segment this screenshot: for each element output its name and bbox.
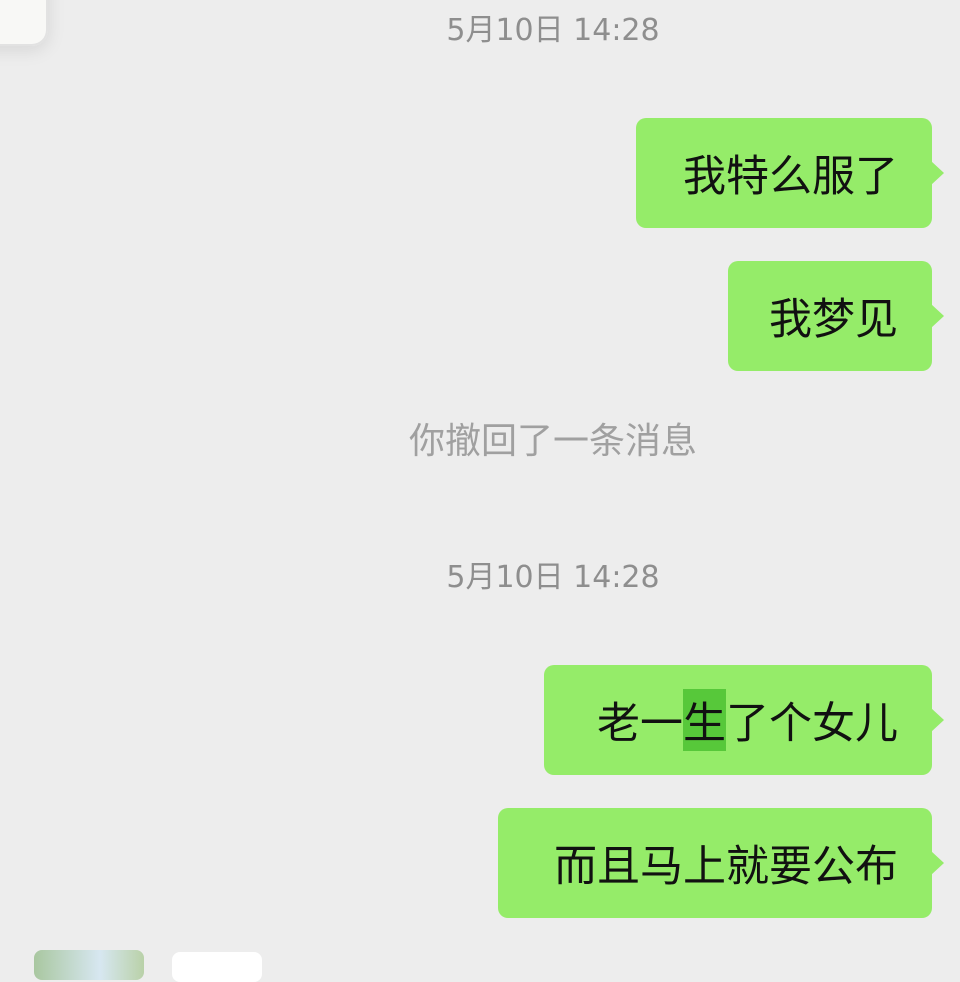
timestamp: 5月10日 14:28 bbox=[446, 13, 660, 48]
message-bubble-outgoing[interactable]: 我梦见 bbox=[728, 261, 944, 371]
message-text: 而且马上就要公布 bbox=[554, 842, 898, 892]
message-card[interactable] bbox=[172, 952, 262, 982]
message-text: 我梦见 bbox=[769, 295, 898, 345]
recall-notice: 你撤回了一条消息 bbox=[408, 421, 697, 462]
message-text-before: 老一 bbox=[597, 699, 683, 749]
message-bubble-outgoing[interactable]: 而且马上就要公布 bbox=[498, 808, 944, 918]
message-bubble-outgoing[interactable]: 老一生了个女儿 bbox=[544, 665, 944, 775]
timestamp: 5月10日 14:28 bbox=[446, 560, 660, 595]
message-text-after: 了个女儿 bbox=[726, 699, 898, 749]
image-thumbnail[interactable] bbox=[34, 950, 144, 980]
message-bubble-outgoing[interactable]: 我特么服了 bbox=[636, 118, 944, 228]
selected-character[interactable]: 生 bbox=[683, 689, 726, 751]
message-text: 我特么服了 bbox=[683, 152, 898, 202]
